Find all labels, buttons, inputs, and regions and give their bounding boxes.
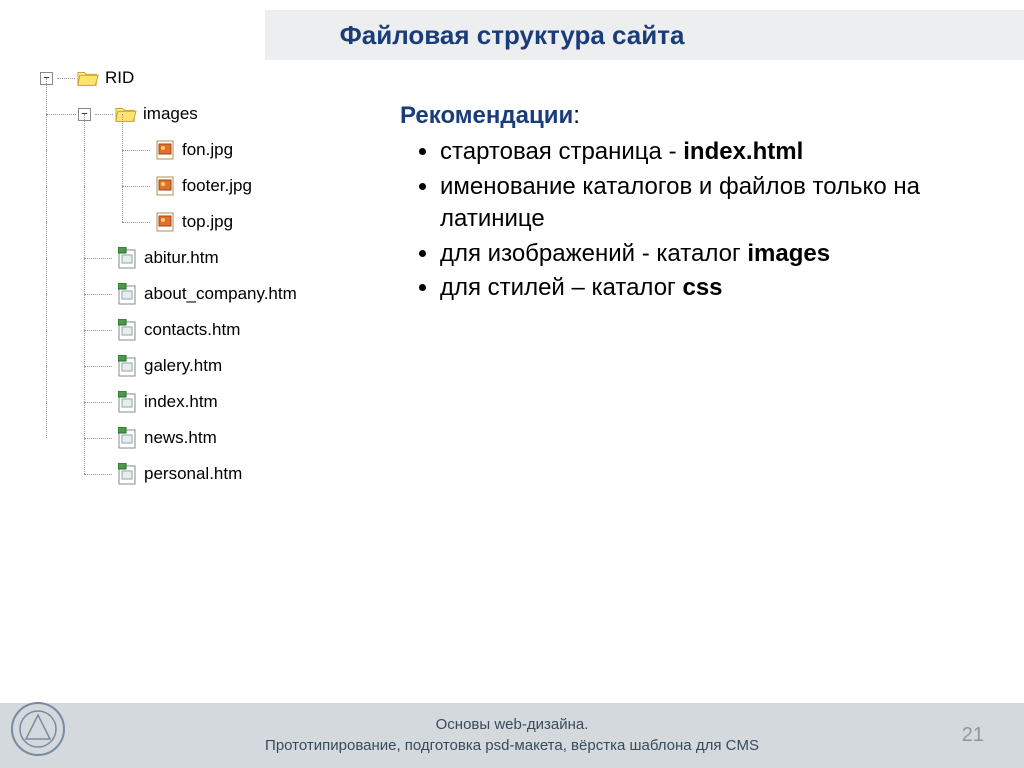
html-file-icon [116,392,138,412]
tree-file-row[interactable]: fon.jpg [40,132,297,168]
recs-bold: css [682,274,722,301]
file-tree: − RID − images fon.jpg foo [40,60,297,492]
tree-file-label: abitur.htm [144,248,219,268]
tree-file-row[interactable]: about_company.htm [40,276,297,312]
tree-connector [46,222,47,258]
recs-text: для стилей – каталог [440,274,682,301]
tree-connector [46,114,76,115]
tree-file-row[interactable]: index.htm [40,384,297,420]
tree-connector [122,150,150,151]
folder-open-icon [115,104,137,124]
tree-connector [46,78,47,114]
tree-file-label: footer.jpg [182,176,252,196]
tree-folder-label: images [143,104,198,124]
html-file-icon [116,356,138,376]
recs-item: для стилей – каталог css [440,272,960,304]
html-file-icon [116,428,138,448]
tree-connector [84,366,85,402]
tree-file-label: galery.htm [144,356,222,376]
tree-file-row[interactable]: news.htm [40,420,297,456]
tree-connector [84,474,112,475]
page-number: 21 [962,724,984,747]
tree-connector [84,330,85,366]
tree-file-label: about_company.htm [144,284,297,304]
recs-bold: images [747,240,830,267]
slide-title: Файловая структура сайта [0,20,1024,51]
tree-file-row[interactable]: galery.htm [40,348,297,384]
recommendations: Рекомендации: стартовая страница - index… [400,100,960,306]
tree-root-label: RID [105,68,134,88]
html-file-icon [116,248,138,268]
tree-connector [84,402,112,403]
image-file-icon [154,212,176,232]
recs-heading: Рекомендации [400,102,573,129]
tree-connector [122,186,123,222]
tree-connector [122,222,150,223]
recs-text: стартовая страница - [440,138,683,165]
tree-connector [46,258,47,294]
recs-text: именование каталогов и файлов только на … [440,173,920,232]
tree-file-label: personal.htm [144,464,242,484]
tree-file-label: top.jpg [182,212,233,232]
tree-connector [95,114,113,115]
tree-connector [122,150,123,186]
tree-connector [84,294,112,295]
footer-line1: Основы web-дизайна. [0,715,1024,735]
tree-connector [84,294,85,330]
tree-connector [84,258,112,259]
footer-text: Основы web-дизайна. Прототипирование, по… [0,715,1024,756]
tree-root-row[interactable]: − RID [40,60,297,96]
tree-connector [84,438,85,474]
html-file-icon [116,320,138,340]
tree-file-row[interactable]: footer.jpg [40,168,297,204]
recs-bold: index.html [683,138,803,165]
tree-file-label: fon.jpg [182,140,233,160]
tree-connector [46,402,47,438]
tree-file-row[interactable]: personal.htm [40,456,297,492]
tree-connector [84,402,85,438]
tree-folder-row[interactable]: − images [40,96,297,132]
tree-connector [46,186,47,222]
tree-file-row[interactable]: top.jpg [40,204,297,240]
recs-item: стартовая страница - index.html [440,136,960,168]
tree-connector [46,366,47,402]
tree-connector [84,366,112,367]
recs-list: стартовая страница - index.html именован… [400,136,960,304]
tree-connector [84,258,85,294]
recs-text: для изображений - каталог [440,240,747,267]
tree-connector [84,330,112,331]
tree-file-label: index.htm [144,392,218,412]
image-file-icon [154,176,176,196]
folder-open-icon [77,68,99,88]
tree-connector [84,438,112,439]
image-file-icon [154,140,176,160]
recs-item: именование каталогов и файлов только на … [440,171,960,236]
footer: Основы web-дизайна. Прототипирование, по… [0,703,1024,768]
tree-connector [57,78,75,79]
html-file-icon [116,464,138,484]
recs-item: для изображений - каталог images [440,238,960,270]
tree-connector [46,150,47,186]
tree-file-label: contacts.htm [144,320,240,340]
tree-connector [46,114,47,150]
tree-file-row[interactable]: contacts.htm [40,312,297,348]
tree-file-label: news.htm [144,428,217,448]
html-file-icon [116,284,138,304]
tree-connector [46,294,47,330]
tree-connector [122,114,123,150]
tree-file-row[interactable]: abitur.htm [40,240,297,276]
recs-colon: : [573,102,580,129]
footer-line2: Прототипирование, подготовка psd-макета,… [0,736,1024,756]
tree-connector [84,114,85,258]
tree-connector [122,186,150,187]
tree-connector [46,330,47,366]
